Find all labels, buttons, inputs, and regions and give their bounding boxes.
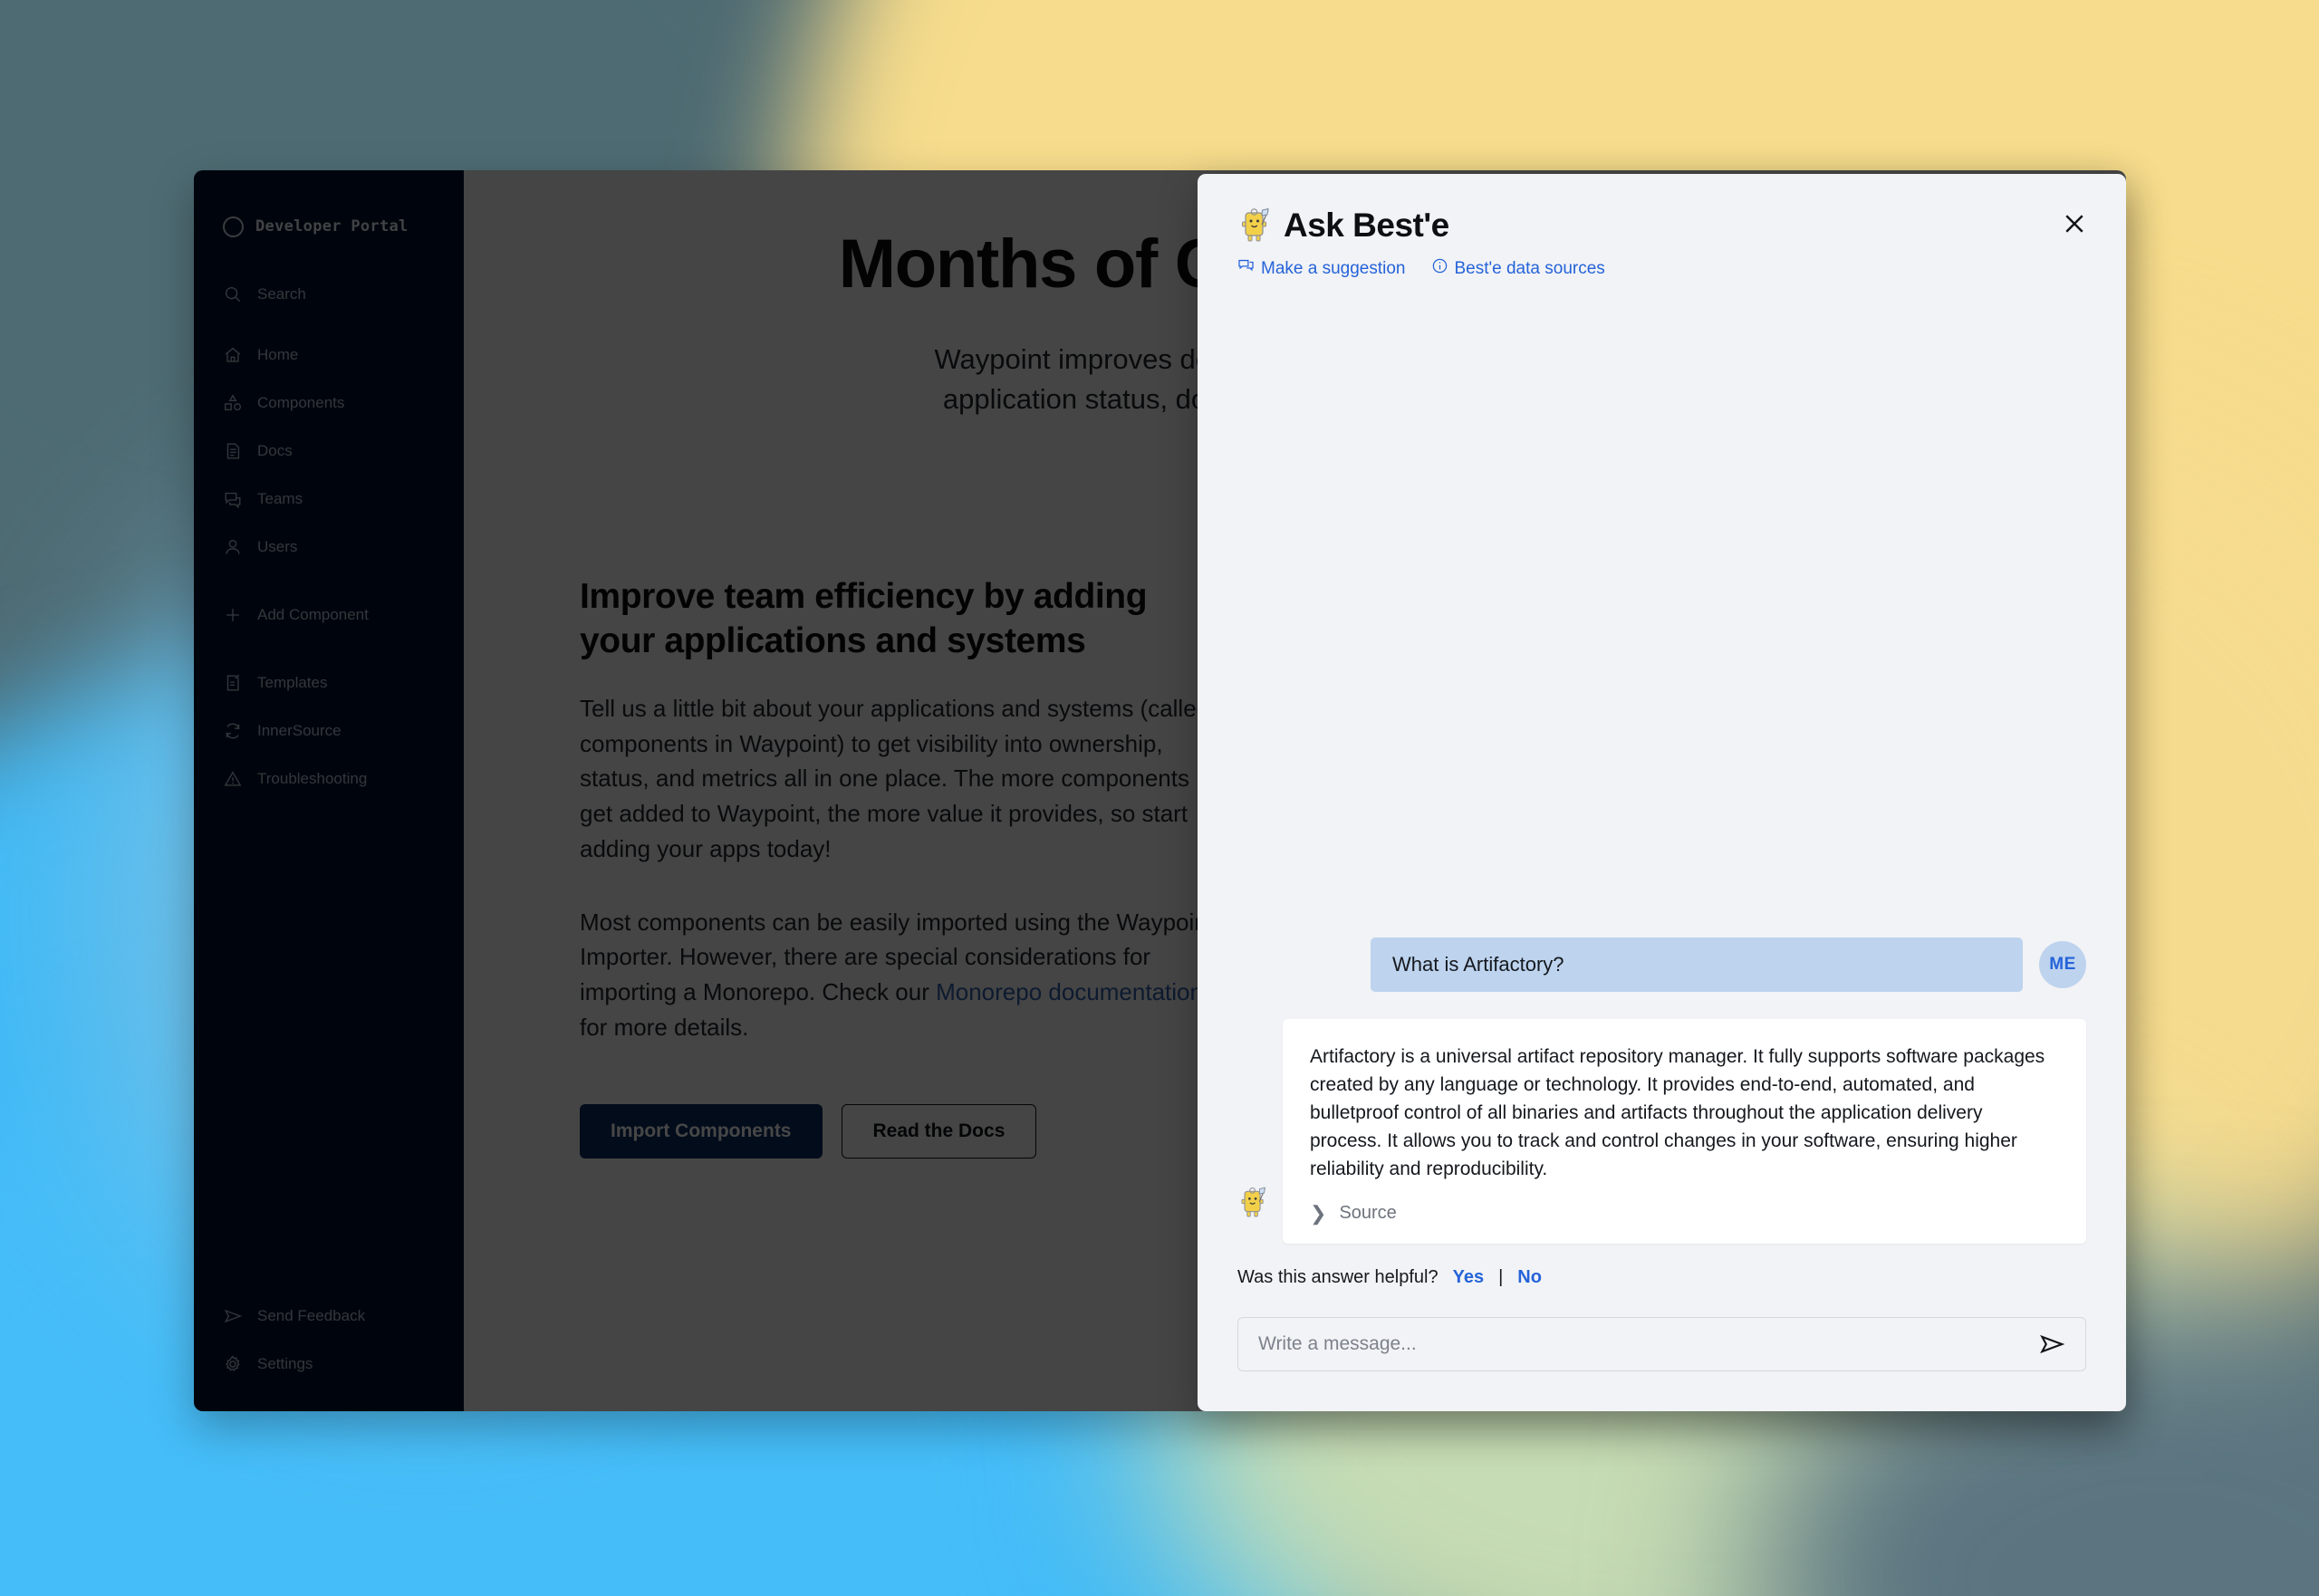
sidebar-item-docs[interactable]: Docs	[194, 427, 464, 475]
monorepo-documentation-link[interactable]: Monorepo documentation	[936, 978, 1203, 1005]
feedback-separator: |	[1498, 1267, 1504, 1287]
feedback-yes-button[interactable]: Yes	[1453, 1267, 1484, 1288]
users-icon	[223, 537, 243, 557]
sidebar-item-teams[interactable]: Teams	[194, 475, 464, 523]
close-icon[interactable]	[2057, 207, 2092, 241]
gear-icon	[223, 1354, 243, 1374]
section-paragraph-1: Tell us a little bit about your applicat…	[580, 694, 1210, 862]
chat-header: Ask Best'e Make a suggestion Best'e data…	[1198, 174, 2126, 280]
bot-mascot-icon	[1237, 207, 1272, 245]
suggestion-icon	[1237, 257, 1255, 280]
brand-label: Developer Portal	[255, 217, 409, 236]
sidebar-item-troubleshooting[interactable]: Troubleshooting	[194, 755, 464, 803]
sidebar-item-templates[interactable]: Templates	[194, 659, 464, 707]
make-a-suggestion-label: Make a suggestion	[1261, 258, 1406, 278]
bot-message-bubble: Artifactory is a universal artifact repo…	[1283, 1018, 2086, 1244]
sidebar-divider-1	[194, 318, 464, 331]
message-input[interactable]	[1258, 1333, 2036, 1355]
components-icon	[223, 393, 243, 413]
sidebar-item-send-feedback[interactable]: Send Feedback	[194, 1292, 464, 1340]
send-message-button[interactable]	[2036, 1331, 2067, 1358]
send-icon	[2040, 1334, 2065, 1354]
make-a-suggestion-link[interactable]: Make a suggestion	[1237, 257, 1406, 280]
user-message-row: What is Artifactory? ME	[1237, 937, 2086, 992]
sidebar-item-label: Docs	[257, 441, 293, 459]
content-section: Improve team efficiency by adding your a…	[464, 574, 1216, 1159]
sidebar-item-home[interactable]: Home	[194, 331, 464, 379]
bot-mascot-icon	[1237, 1186, 1268, 1222]
sidebar-item-label: Templates	[257, 673, 328, 691]
info-icon	[1431, 257, 1448, 280]
message-composer	[1237, 1317, 2086, 1371]
search-icon	[223, 284, 243, 304]
sidebar-item-label: Components	[257, 393, 345, 411]
sidebar-divider-2	[194, 571, 464, 591]
feedback-question: Was this answer helpful?	[1237, 1267, 1439, 1287]
home-icon	[223, 345, 243, 365]
feedback-no-button[interactable]: No	[1517, 1267, 1542, 1288]
sidebar-item-label: InnerSource	[257, 721, 342, 739]
warning-icon	[223, 769, 243, 789]
feedback-row: Was this answer helpful? Yes | No	[1237, 1267, 2086, 1288]
sidebar-divider-3	[194, 639, 464, 659]
brand[interactable]: Developer Portal	[194, 208, 464, 245]
read-the-docs-button[interactable]: Read the Docs	[841, 1104, 1037, 1159]
sidebar-item-components[interactable]: Components	[194, 379, 464, 427]
plus-icon	[223, 605, 243, 625]
chat-title-row: Ask Best'e	[1237, 207, 2086, 245]
bot-message-row: Artifactory is a universal artifact repo…	[1237, 1018, 2086, 1244]
circle-logo-icon	[223, 216, 244, 237]
teams-icon	[223, 489, 243, 509]
section-heading: Improve team efficiency by adding your a…	[580, 576, 1148, 661]
sidebar-item-label: Add Component	[257, 605, 369, 623]
chevron-right-icon: ❯	[1310, 1201, 1327, 1225]
sidebar-item-add-component[interactable]: Add Component	[194, 591, 464, 639]
chat-footer	[1198, 1295, 2126, 1411]
sidebar-item-label: Teams	[257, 489, 303, 507]
sidebar-item-search[interactable]: Search	[194, 270, 464, 318]
send-icon	[223, 1306, 243, 1326]
user-message-bubble: What is Artifactory?	[1371, 937, 2023, 992]
source-label: Source	[1339, 1203, 1397, 1223]
sidebar-item-label: Settings	[257, 1354, 313, 1372]
source-toggle[interactable]: ❯ Source	[1310, 1203, 2059, 1224]
ask-beste-chat-panel: Ask Best'e Make a suggestion Best'e data…	[1198, 174, 2126, 1411]
sidebar-item-label: Troubleshooting	[257, 769, 368, 787]
section-paragraph-2: Most components can be easily imported u…	[580, 905, 1216, 1045]
avatar: ME	[2039, 940, 2086, 988]
sidebar-item-label: Send Feedback	[257, 1306, 366, 1324]
sidebar-item-label: Home	[257, 345, 299, 363]
sidebar-item-users[interactable]: Users	[194, 523, 464, 571]
sidebar-item-settings[interactable]: Settings	[194, 1340, 464, 1388]
import-components-button[interactable]: Import Components	[580, 1104, 823, 1159]
innersource-icon	[223, 721, 243, 741]
templates-icon	[223, 673, 243, 693]
sidebar-item-innersource[interactable]: InnerSource	[194, 707, 464, 755]
beste-data-sources-label: Best'e data sources	[1454, 258, 1605, 278]
sidebar: Developer Portal Search Home Components	[194, 170, 464, 1411]
chat-message-list: What is Artifactory? ME Artifactory is a…	[1198, 280, 2126, 1295]
sidebar-item-label: Users	[257, 537, 298, 555]
docs-icon	[223, 441, 243, 461]
paragraph-2-after: for more details.	[580, 1013, 749, 1041]
action-button-row: Import Components Read the Docs	[580, 1104, 1216, 1159]
chat-header-links: Make a suggestion Best'e data sources	[1237, 257, 2086, 280]
bot-message-text: Artifactory is a universal artifact repo…	[1310, 1045, 2045, 1179]
chat-panel-title: Ask Best'e	[1284, 207, 1449, 244]
sidebar-item-label: Search	[257, 284, 306, 303]
beste-data-sources-link[interactable]: Best'e data sources	[1431, 257, 1605, 280]
